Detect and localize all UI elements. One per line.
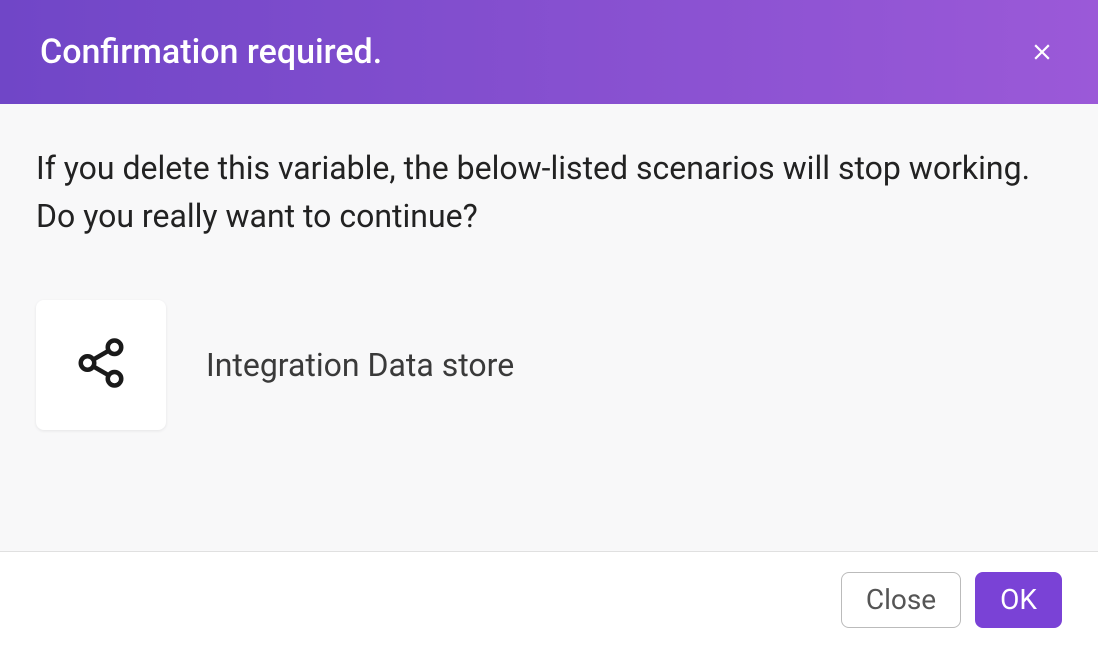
dialog-title: Confirmation required.	[40, 32, 382, 72]
confirmation-dialog: Confirmation required. If you delete thi…	[0, 0, 1098, 652]
close-icon[interactable]	[1026, 36, 1058, 68]
dialog-header: Confirmation required.	[0, 0, 1098, 104]
scenario-name: Integration Data store	[206, 346, 514, 384]
ok-button[interactable]: OK	[975, 572, 1062, 628]
dialog-body: If you delete this variable, the below-l…	[0, 104, 1098, 551]
warning-message: If you delete this variable, the below-l…	[36, 144, 1062, 240]
dialog-footer: Close OK	[0, 551, 1098, 652]
scenario-item: Integration Data store	[36, 300, 1062, 430]
scenario-icon-box	[36, 300, 166, 430]
share-icon	[74, 336, 128, 394]
close-button[interactable]: Close	[841, 572, 961, 628]
